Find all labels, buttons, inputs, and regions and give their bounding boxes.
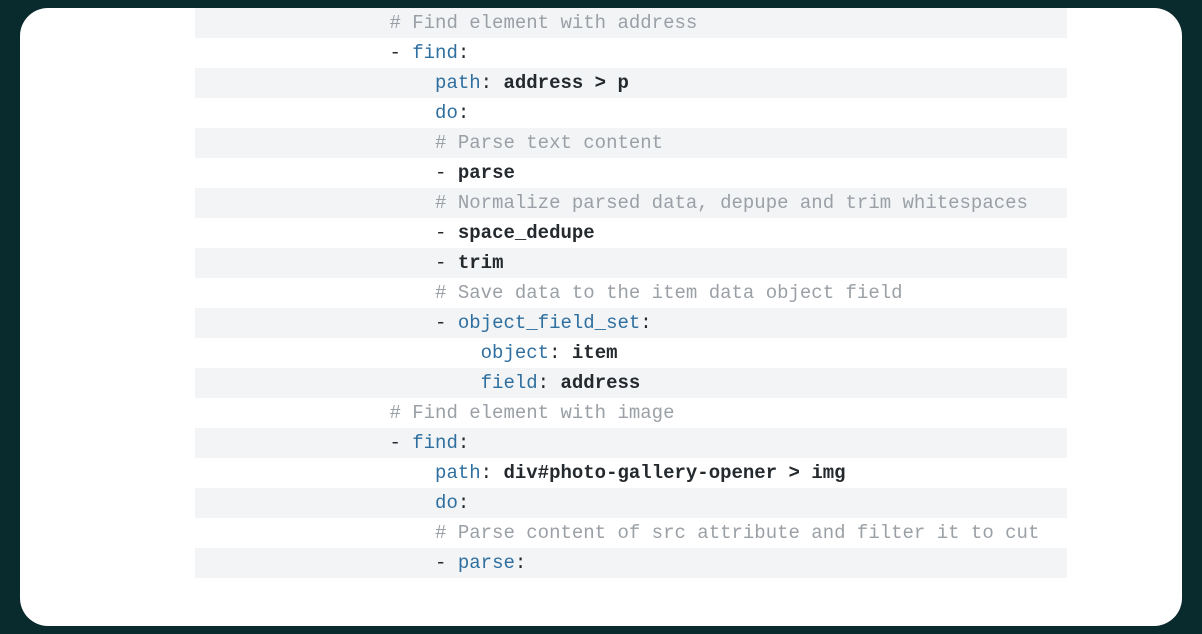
comment-text: # Normalize parsed data, depupe and trim… xyxy=(435,192,1028,214)
indent xyxy=(207,338,481,368)
indent xyxy=(207,518,435,548)
comment-text: # Parse text content xyxy=(435,132,663,154)
code-line: do: xyxy=(195,488,1067,518)
comment-text: # Parse content of src attribute and fil… xyxy=(435,522,1039,544)
code-line: field: address xyxy=(195,368,1067,398)
code-line: # Save data to the item data object fiel… xyxy=(195,278,1067,308)
yaml-key: object xyxy=(481,342,549,364)
yaml-value: parse xyxy=(458,162,515,184)
indent xyxy=(207,188,435,218)
punctuation: : xyxy=(515,552,526,574)
yaml-value: address > p xyxy=(503,72,628,94)
punctuation: - xyxy=(435,252,458,274)
indent xyxy=(207,278,435,308)
yaml-key: field xyxy=(481,372,538,394)
code-line: - find: xyxy=(195,38,1067,68)
indent xyxy=(207,398,389,428)
indent xyxy=(207,248,435,278)
comment-text: # Find element with image xyxy=(389,402,674,424)
code-line: # Parse text content xyxy=(195,128,1067,158)
comment-text: # Save data to the item data object fiel… xyxy=(435,282,902,304)
indent xyxy=(207,158,435,188)
code-line: # Find element with image xyxy=(195,398,1067,428)
code-line: # Normalize parsed data, depupe and trim… xyxy=(195,188,1067,218)
punctuation: : xyxy=(538,372,561,394)
punctuation: : xyxy=(640,312,651,334)
yaml-key: path xyxy=(435,462,481,484)
yaml-key: do xyxy=(435,492,458,514)
yaml-key: object_field_set xyxy=(458,312,640,334)
punctuation: - xyxy=(435,312,458,334)
code-line: - find: xyxy=(195,428,1067,458)
indent xyxy=(207,68,435,98)
code-card: # Find element with address - find: path… xyxy=(20,8,1182,626)
code-line: do: xyxy=(195,98,1067,128)
punctuation: - xyxy=(389,42,412,64)
indent xyxy=(207,458,435,488)
indent xyxy=(207,548,435,578)
code-block: # Find element with address - find: path… xyxy=(195,8,1067,626)
yaml-key: path xyxy=(435,72,481,94)
code-line: - parse xyxy=(195,158,1067,188)
yaml-key: find xyxy=(412,432,458,454)
yaml-value: div#photo-gallery-opener > img xyxy=(503,462,845,484)
yaml-value: item xyxy=(572,342,618,364)
punctuation: : xyxy=(458,102,469,124)
code-line: - trim xyxy=(195,248,1067,278)
code-line: path: address > p xyxy=(195,68,1067,98)
yaml-value: space_dedupe xyxy=(458,222,595,244)
comment-text: # Find element with address xyxy=(389,12,697,34)
indent xyxy=(207,8,389,38)
indent xyxy=(207,488,435,518)
indent xyxy=(207,128,435,158)
yaml-value: address xyxy=(560,372,640,394)
code-line: - space_dedupe xyxy=(195,218,1067,248)
punctuation: : xyxy=(458,492,469,514)
code-line: - object_field_set: xyxy=(195,308,1067,338)
indent xyxy=(207,368,481,398)
indent xyxy=(207,98,435,128)
indent xyxy=(207,218,435,248)
punctuation: - xyxy=(389,432,412,454)
code-line: # Find element with address xyxy=(195,8,1067,38)
punctuation: : xyxy=(481,72,504,94)
indent xyxy=(207,38,389,68)
code-line: - parse: xyxy=(195,548,1067,578)
punctuation: : xyxy=(549,342,572,364)
indent xyxy=(207,308,435,338)
yaml-key: parse xyxy=(458,552,515,574)
yaml-key: do xyxy=(435,102,458,124)
punctuation: : xyxy=(458,432,469,454)
yaml-key: find xyxy=(412,42,458,64)
punctuation: - xyxy=(435,162,458,184)
code-line: path: div#photo-gallery-opener > img xyxy=(195,458,1067,488)
code-line: object: item xyxy=(195,338,1067,368)
punctuation: - xyxy=(435,552,458,574)
yaml-value: trim xyxy=(458,252,504,274)
indent xyxy=(207,428,389,458)
punctuation: : xyxy=(458,42,469,64)
punctuation: - xyxy=(435,222,458,244)
punctuation: : xyxy=(481,462,504,484)
code-line: # Parse content of src attribute and fil… xyxy=(195,518,1067,548)
